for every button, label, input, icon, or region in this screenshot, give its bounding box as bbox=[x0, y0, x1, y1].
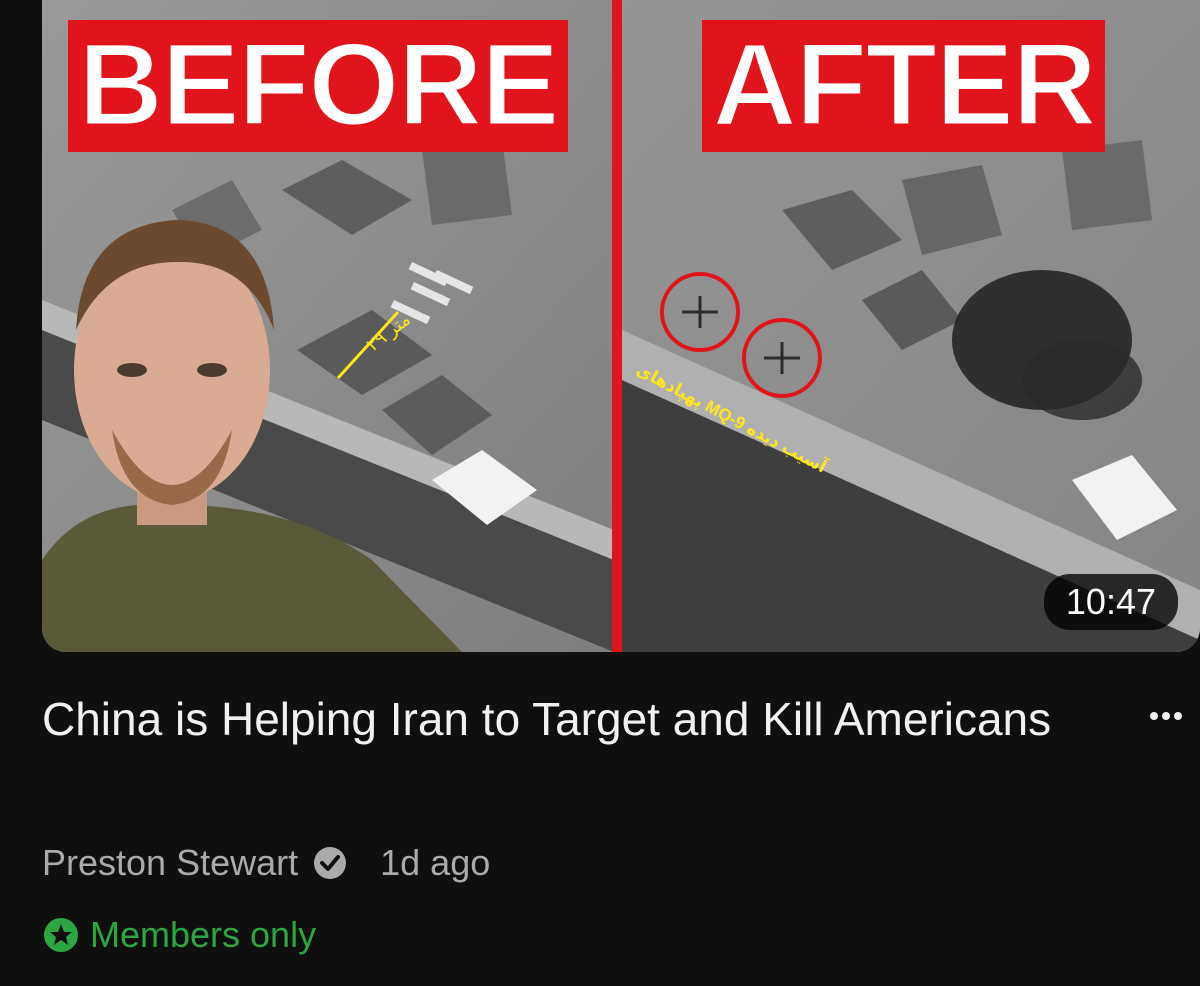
after-label: AFTER bbox=[702, 20, 1106, 152]
video-meta: Preston Stewart 1d ago bbox=[42, 838, 490, 888]
channel-name[interactable]: Preston Stewart bbox=[42, 842, 298, 884]
more-vert-icon[interactable] bbox=[1146, 696, 1186, 736]
video-thumbnail[interactable]: BEFORE AFTER ۲۹ متر پهپادهای MQ-9 آسیب د… bbox=[42, 0, 1200, 652]
upload-age: 1d ago bbox=[380, 842, 491, 883]
video-card[interactable]: BEFORE AFTER ۲۹ متر پهپادهای MQ-9 آسیب د… bbox=[0, 0, 1200, 986]
members-only-label: Members only bbox=[90, 914, 317, 955]
video-title[interactable]: China is Helping Iran to Target and Kill… bbox=[42, 688, 1102, 750]
before-label: BEFORE bbox=[68, 20, 568, 152]
verified-check-icon bbox=[312, 845, 348, 881]
duration-badge: 10:47 bbox=[1043, 574, 1178, 630]
star-badge-icon bbox=[42, 916, 80, 954]
members-only-badge: Members only bbox=[42, 910, 316, 960]
